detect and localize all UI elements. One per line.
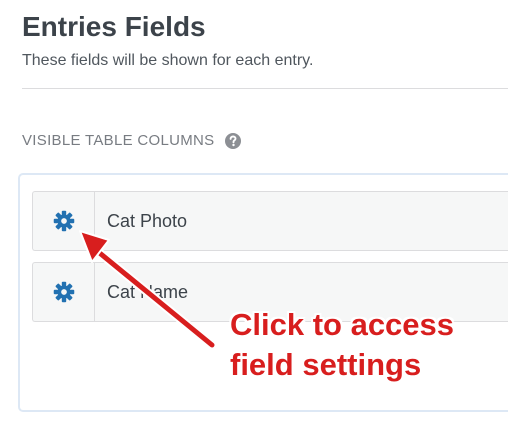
- field-name: Cat Photo: [107, 210, 188, 231]
- gear-icon: [53, 210, 74, 232]
- field-row-cat-photo[interactable]: Cat Photo: [32, 191, 508, 251]
- annotation-callout: Click to access field settings: [230, 305, 454, 385]
- field-name: Cat Name: [107, 281, 189, 302]
- page-subtitle: These fields will be shown for each entr…: [22, 52, 314, 69]
- section-label: VISIBLE TABLE COLUMNS: [22, 131, 242, 151]
- page-title: Entries Fields: [22, 11, 206, 42]
- gear-icon: [53, 281, 74, 303]
- annotation-line-1: Click to access: [230, 307, 455, 342]
- field-settings-button[interactable]: [33, 263, 95, 321]
- field-settings-button[interactable]: [33, 192, 95, 250]
- section-label-text: VISIBLE TABLE COLUMNS: [22, 132, 215, 149]
- divider: [22, 88, 508, 89]
- question-circle-icon[interactable]: [224, 132, 242, 150]
- annotation-line-2: field settings: [230, 347, 422, 382]
